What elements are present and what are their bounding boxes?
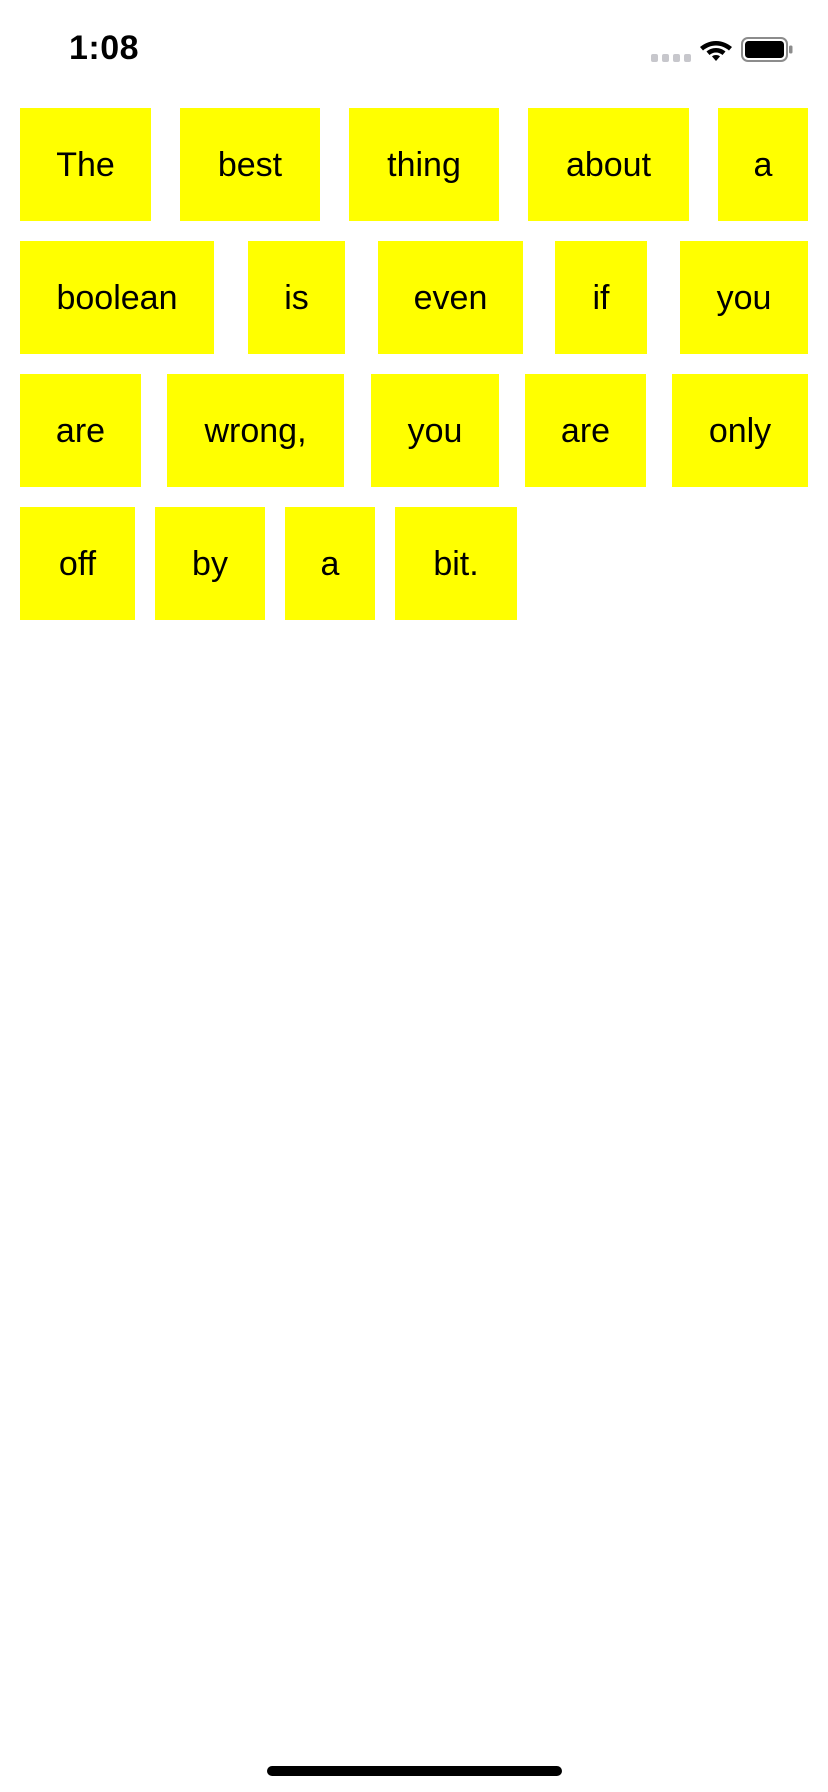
- word-tile: a: [285, 507, 375, 620]
- word-tile: boolean: [20, 241, 214, 354]
- word-tile: wrong,: [167, 374, 344, 487]
- home-indicator[interactable]: [267, 1766, 562, 1776]
- word-tile: are: [525, 374, 646, 487]
- word-tile: thing: [349, 108, 499, 221]
- word-tile: The: [20, 108, 151, 221]
- word-tile: even: [378, 241, 523, 354]
- word-tile: only: [672, 374, 808, 487]
- word-tile: if: [555, 241, 647, 354]
- word-tile: is: [248, 241, 345, 354]
- word-tile: best: [180, 108, 320, 221]
- word-tile: are: [20, 374, 141, 487]
- word-tile: about: [528, 108, 689, 221]
- word-tile: you: [371, 374, 499, 487]
- word-tile: by: [155, 507, 265, 620]
- word-tile: bit.: [395, 507, 517, 620]
- word-cloud: The best thing about a boolean is even i…: [0, 0, 828, 640]
- word-tile: a: [718, 108, 808, 221]
- word-tile: off: [20, 507, 135, 620]
- word-tile: you: [680, 241, 808, 354]
